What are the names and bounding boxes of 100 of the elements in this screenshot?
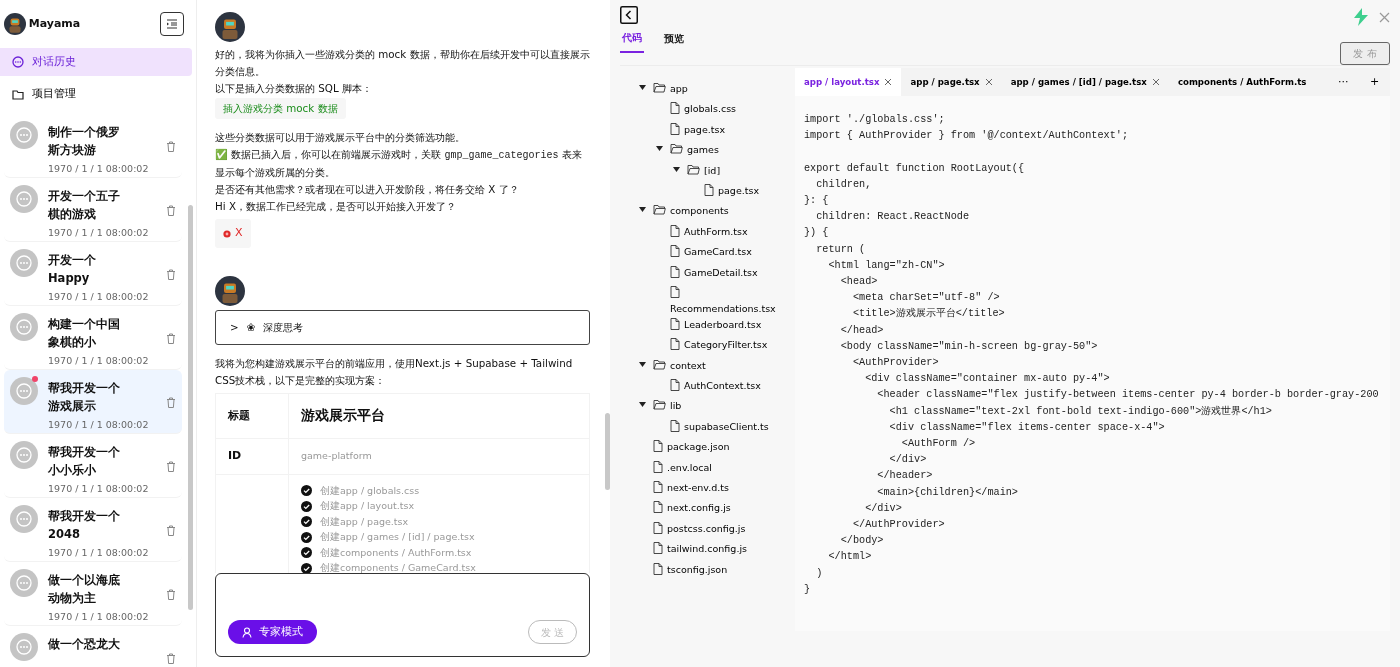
file-item[interactable]: globals.css — [670, 102, 737, 117]
code-line: return ( — [815, 242, 867, 257]
editor-tab[interactable]: app / page.tsx — [901, 68, 1002, 96]
code-line: } — [804, 582, 812, 597]
conversation-item[interactable]: 帮我开发一个2048 1970 / 1 / 1 08:00:02 — [4, 498, 182, 562]
file-item[interactable]: Recommendations.tsx — [670, 285, 788, 316]
chat-icon — [10, 441, 38, 469]
chat-icon — [10, 633, 38, 661]
menu-button[interactable] — [160, 12, 184, 36]
conversation-title: 开发一个 Happy — [48, 252, 97, 287]
table-cell-text: 游戏展示平台 — [300, 406, 386, 426]
person-icon — [242, 626, 253, 638]
code-line: <h1 className="text-2xl font-bold text-indigo-600">游戏世界</h1> — [888, 404, 1273, 419]
chat-icon — [10, 249, 38, 277]
folder-item[interactable]: lib — [653, 399, 682, 414]
more-tabs-button[interactable]: ··· — [1330, 73, 1357, 91]
message-text: ✅ 数据已插入后，你可以在前端展示游戏时，关联 gmp_game_categories 表来显示每个游戏所属的分类。 — [215, 147, 583, 181]
editor-tab[interactable]: components / AuthForm.ts — [1168, 68, 1316, 96]
caret-icon[interactable] — [672, 166, 680, 172]
code-line: </div> — [888, 453, 928, 468]
thinking-toggle[interactable]: > ❀ 深度思考 — [215, 309, 590, 345]
file-item[interactable]: GameCard.tsx — [670, 245, 752, 260]
trash-icon[interactable] — [166, 589, 176, 600]
file-item[interactable]: next.config.js — [653, 501, 731, 516]
nav-item[interactable]: 对话历史 — [0, 48, 192, 76]
conversation-item[interactable]: 制作一个俄罗斯方块游 1970 / 1 / 1 08:00:02 — [4, 114, 182, 178]
folder-item[interactable]: context — [653, 358, 706, 373]
folder-item[interactable]: app — [653, 82, 688, 96]
tab[interactable]: 代码 — [620, 29, 644, 53]
file-item[interactable]: supabaseClient.ts — [670, 419, 769, 434]
file-item[interactable]: AuthForm.tsx — [670, 224, 748, 239]
conversation-item[interactable]: 开发一个 Happy 1970 / 1 / 1 08:00:02 — [4, 242, 182, 306]
close-icon[interactable] — [884, 78, 893, 86]
conversation-title: 构建一个中国象棋的小 — [48, 316, 121, 351]
close-icon[interactable] — [1151, 78, 1160, 86]
file-item[interactable]: .env.local — [653, 460, 712, 475]
trash-icon[interactable] — [166, 525, 176, 536]
avatar — [215, 275, 245, 306]
file-item[interactable]: tailwind.config.js — [653, 542, 747, 557]
file-item[interactable]: next-env.d.ts — [653, 481, 729, 496]
close-icon[interactable] — [984, 78, 993, 86]
file-item[interactable]: page.tsx — [704, 183, 760, 198]
expert-mode-button[interactable]: 专家模式 — [228, 620, 317, 644]
code-line: children: React.ReactNode — [815, 210, 971, 225]
folder-item[interactable]: games — [670, 143, 719, 158]
trash-icon[interactable] — [166, 653, 176, 664]
conversation-item[interactable]: 开发一个五子棋的游戏 1970 / 1 / 1 08:00:02 — [4, 178, 182, 242]
nav-item[interactable]: 项目管理 — [0, 80, 192, 108]
trash-icon[interactable] — [166, 461, 176, 472]
conversation-item[interactable]: 做一个以海底动物为主 1970 / 1 / 1 08:00:02 — [4, 562, 182, 626]
scrollbar[interactable] — [188, 205, 193, 610]
file-item[interactable]: postcss.config.js — [653, 521, 746, 536]
conversation-item[interactable]: 做一个恐龙大 — [4, 626, 182, 667]
tab[interactable]: 预览 — [662, 29, 686, 53]
trash-icon[interactable] — [166, 205, 176, 216]
code-line: ) — [815, 566, 824, 581]
chat-icon — [10, 377, 38, 405]
code-chip[interactable]: 插入游戏分类 mock 数据 — [215, 98, 346, 120]
table-label: 标题 — [228, 407, 250, 424]
trash-icon[interactable] — [166, 269, 176, 280]
conversation-item[interactable]: 帮我开发一个小小乐小 1970 / 1 / 1 08:00:02 — [4, 434, 182, 498]
conversation-date: 1970 / 1 / 1 08:00:02 — [48, 482, 149, 496]
file-item[interactable]: Leaderboard.tsx — [670, 317, 762, 332]
trash-icon[interactable] — [166, 397, 176, 408]
file-item[interactable]: AuthContext.tsx — [670, 379, 761, 394]
file-item[interactable]: page.tsx — [670, 122, 726, 137]
code-line: <header className="flex justify-between items-center py-4 border-b border-gray-200 — [876, 388, 1380, 403]
add-tab-button[interactable]: + — [1362, 73, 1388, 91]
conversation-date: 1970 / 1 / 1 08:00:02 — [48, 610, 149, 624]
file-item[interactable]: tsconfig.json — [653, 562, 728, 577]
trash-icon[interactable] — [166, 141, 176, 152]
conversation-title: 帮我开发一个2048 — [48, 508, 121, 543]
caret-icon[interactable] — [638, 402, 646, 408]
chat-icon — [12, 56, 24, 68]
avatar — [4, 13, 26, 35]
folder-item[interactable]: [id] — [687, 163, 721, 178]
folder-icon — [12, 88, 24, 100]
message-input[interactable]: 专家模式 发 送 — [215, 573, 590, 657]
conversation-title: 帮我开发一个小小乐小 — [48, 444, 121, 479]
caret-icon[interactable] — [638, 207, 646, 213]
scrollbar[interactable] — [605, 413, 610, 490]
chat-icon — [10, 569, 38, 597]
conversation-title: 做一个恐龙大 — [48, 636, 121, 653]
caret-icon[interactable] — [655, 146, 663, 152]
conversation-item[interactable]: 帮我开发一个游戏展示 1970 / 1 / 1 08:00:02 — [4, 370, 182, 434]
error-chip[interactable]: X — [215, 219, 251, 248]
folder-item[interactable]: components — [653, 204, 729, 219]
lightning-icon[interactable] — [1353, 8, 1369, 26]
caret-icon[interactable] — [638, 85, 646, 90]
editor-tab[interactable]: app / games / [id] / page.tsx — [1001, 68, 1169, 96]
trash-icon[interactable] — [166, 333, 176, 344]
close-icon[interactable] — [1379, 11, 1390, 23]
file-item[interactable]: GameDetail.tsx — [670, 265, 758, 280]
conversation-date: 1970 / 1 / 1 08:00:02 — [48, 162, 149, 176]
caret-icon[interactable] — [638, 361, 646, 367]
file-item[interactable]: package.json — [653, 440, 730, 455]
bug-icon — [223, 229, 231, 238]
back-button[interactable] — [620, 5, 638, 24]
editor-tab[interactable]: app / layout.tsx — [795, 68, 902, 96]
file-item[interactable]: CategoryFilter.tsx — [670, 338, 768, 353]
